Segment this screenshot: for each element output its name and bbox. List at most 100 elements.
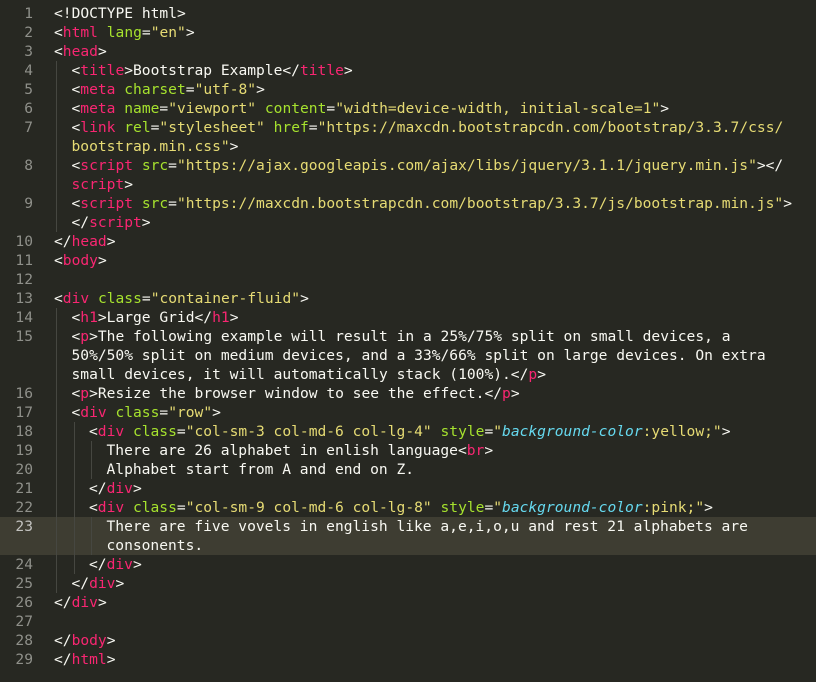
code-line[interactable]: 18 <div class="col-sm-3 col-md-6 col-lg-4… (0, 422, 816, 441)
code-line[interactable]: 9 <script src="https://maxcdn.bootstrapcd… (0, 194, 816, 213)
code-line[interactable]: small devices, it will automatically sta… (0, 365, 816, 384)
code-text: <link rel="stylesheet" href="https://max… (72, 118, 784, 137)
code-line[interactable]: </script> (0, 213, 816, 232)
code-line[interactable]: 23 There are five vovels in english like … (0, 517, 816, 536)
code-line[interactable]: 26 </div> (0, 593, 816, 612)
code-token: "width=device-width, initial-scale=1" (335, 100, 661, 117)
code-text: <p>Resize the browser window to see the … (72, 384, 520, 403)
code-token: "col-sm-3 col-md-6 col-lg-4" (185, 423, 432, 440)
code-token: :pink;" (642, 499, 705, 516)
code-line[interactable]: 27 (0, 612, 816, 631)
code-token: < (71, 385, 81, 402)
code-line[interactable]: 3 <head> (0, 42, 816, 61)
code-token: src (141, 157, 169, 174)
code-token: > (132, 556, 142, 573)
code-token: < (71, 195, 81, 212)
code-line[interactable]: 28 </body> (0, 631, 816, 650)
code-text: There are five vovels in english like a,… (107, 517, 748, 536)
code-line[interactable]: 6 <meta name="viewport" content="width=de… (0, 99, 816, 118)
code-text: Alphabet start from A and end on Z. (107, 460, 415, 479)
code-line[interactable]: 19 There are 26 alphabet in enlish langua… (0, 441, 816, 460)
code-line[interactable]: 21 </div> (0, 479, 816, 498)
code-line[interactable]: 22 <div class="col-sm-9 col-md-6 col-lg-8… (0, 498, 816, 517)
code-line[interactable]: 24 </div> (0, 555, 816, 574)
code-text: There are 26 alphabet in enlish language… (107, 441, 494, 460)
code-line[interactable]: consonents. (0, 536, 816, 555)
code-token: meta (80, 81, 116, 98)
code-line[interactable]: 12 (0, 270, 816, 289)
code-line[interactable]: 10 </head> (0, 232, 816, 251)
code-text: <div class="col-sm-9 col-md-6 col-lg-8" … (89, 498, 713, 517)
code-token: div (89, 575, 116, 592)
code-token: body (71, 632, 107, 649)
indent-guide (56, 99, 57, 118)
code-token: script (80, 157, 134, 174)
code-token: = (141, 24, 151, 41)
code-editor[interactable]: 1 <!DOCTYPE html> 2 <html lang="en"> 3 <head>… (0, 0, 816, 682)
code-line[interactable]: 20 Alphabet start from A and end on Z. (0, 460, 816, 479)
code-line[interactable]: 17 <div class="row"> (0, 403, 816, 422)
indent-guide (73, 422, 75, 441)
code-token: > (185, 24, 195, 41)
code-token: = (176, 423, 186, 440)
code-line[interactable]: bootstrap.min.css"> (0, 137, 816, 156)
code-line[interactable]: 29 </html> (0, 650, 816, 669)
indent-guide (56, 61, 57, 80)
code-token: "viewport" (168, 100, 257, 117)
code-token: </ (89, 556, 107, 573)
code-line[interactable]: 4 <title>Bootstrap Example</title> (0, 61, 816, 80)
code-token: div (97, 423, 125, 440)
code-line[interactable]: 14 <h1>Large Grid</h1> (0, 308, 816, 327)
indent-guide (56, 213, 57, 232)
code-token: < (71, 81, 81, 98)
code-token: class (115, 404, 160, 421)
line-number: 9 (24, 195, 33, 212)
code-token: class (132, 499, 177, 516)
code-token: > (132, 480, 142, 497)
code-token: " (493, 423, 503, 440)
line-number: 14 (15, 309, 33, 326)
code-line[interactable]: 25 </div> (0, 574, 816, 593)
code-line[interactable]: 11 <body> (0, 251, 816, 270)
code-line[interactable]: 8 <script src="https://ajax.googleapis.co… (0, 156, 816, 175)
line-number: 24 (15, 556, 33, 573)
code-line[interactable]: 13 <div class="container-fluid"> (0, 289, 816, 308)
code-line[interactable]: script> (0, 175, 816, 194)
code-text: <div class="row"> (72, 403, 221, 422)
line-number: 11 (15, 252, 33, 269)
code-token: > (721, 423, 731, 440)
code-text: <meta charset="utf-8"> (72, 80, 265, 99)
indent-guide (73, 460, 75, 479)
code-token: < (71, 309, 81, 326)
code-token: p (502, 385, 511, 402)
code-line[interactable]: 16 <p>Resize the browser window to see th… (0, 384, 816, 403)
code-token: < (71, 328, 81, 345)
code-token: "https://ajax.googleapis.com/ajax/libs/j… (176, 157, 757, 174)
indent-guide (56, 346, 57, 365)
code-line[interactable]: 2 <html lang="en"> (0, 23, 816, 42)
code-token: > (97, 43, 107, 60)
code-token: = (159, 100, 169, 117)
code-text: </head> (54, 232, 116, 251)
code-text: 50%/50% split on medium devices, and a 3… (72, 346, 766, 365)
code-line[interactable]: 5 <meta charset="utf-8"> (0, 80, 816, 99)
code-line[interactable]: 50%/50% split on medium devices, and a 3… (0, 346, 816, 365)
code-token: < (54, 252, 63, 269)
line-number: 25 (15, 575, 33, 592)
code-line[interactable]: 15 <p>The following example will result i… (0, 327, 816, 346)
code-token: rel (124, 119, 151, 136)
line-number: 17 (15, 404, 33, 421)
code-token: style (440, 499, 485, 516)
code-token: :yellow;" (642, 423, 722, 440)
code-text: <script src="https://ajax.googleapis.com… (72, 156, 784, 175)
code-line[interactable]: 7 <link rel="stylesheet" href="https://ma… (0, 118, 816, 137)
indent-guide (73, 555, 75, 574)
code-token: </ (54, 651, 72, 668)
code-token: > (106, 651, 116, 668)
code-line[interactable]: 1 <!DOCTYPE html> (0, 4, 816, 23)
indent-guide (91, 460, 92, 479)
code-text: <meta name="viewport" content="width=dev… (72, 99, 670, 118)
code-token: div (106, 556, 133, 573)
